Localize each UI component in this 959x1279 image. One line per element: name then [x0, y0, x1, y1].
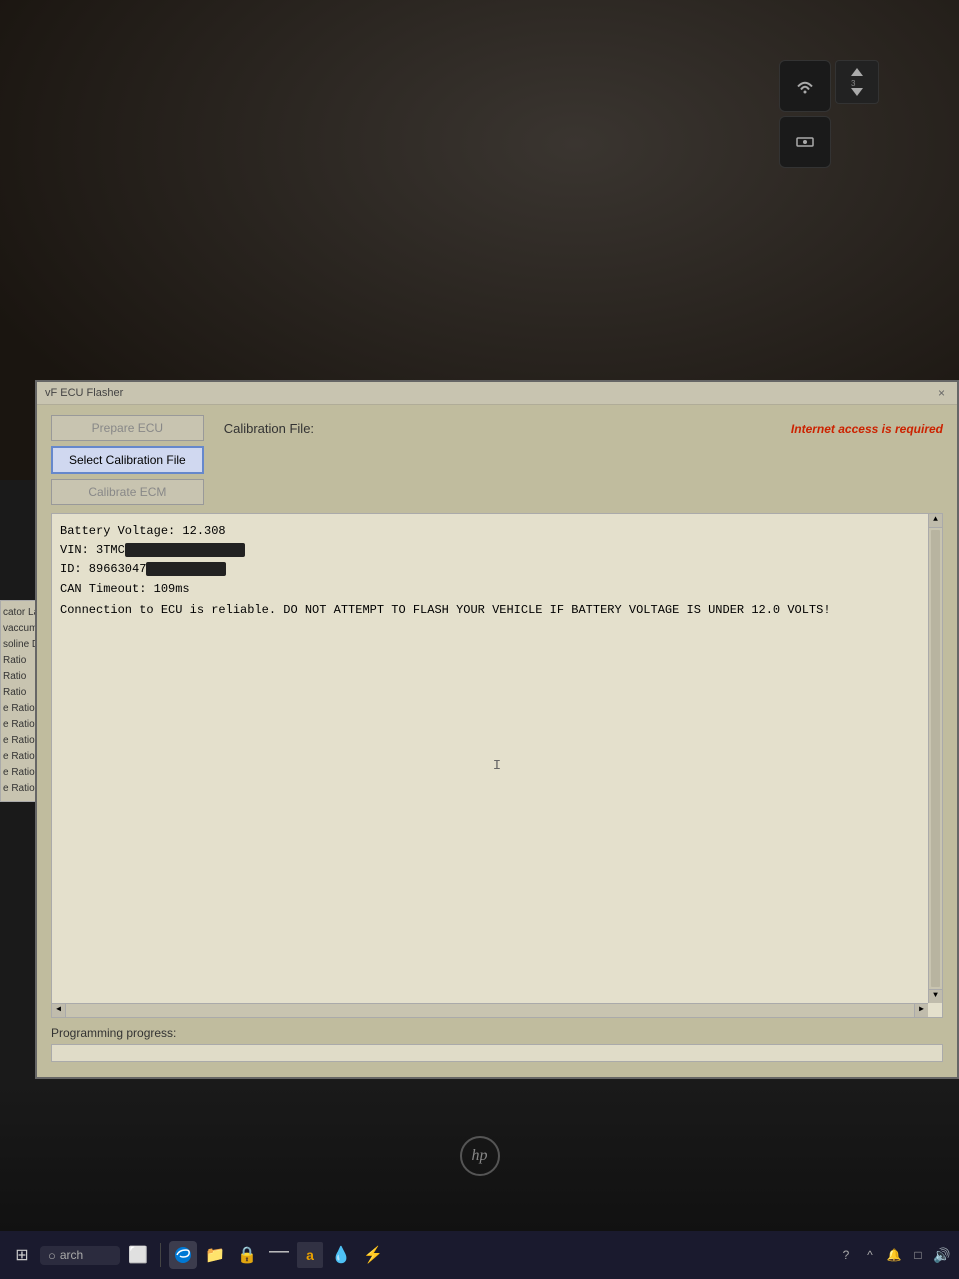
scrollbar-track-h	[66, 1004, 914, 1017]
app-title: vF ECU Flasher	[45, 387, 123, 399]
button-column: Prepare ECU Select Calibration File Cali…	[51, 415, 204, 505]
select-calibration-button[interactable]: Select Calibration File	[51, 446, 204, 474]
taskbar-lock-icon[interactable]: 🔒	[233, 1241, 261, 1269]
taskbar: ⊞ ○ arch ⬜ 📁 🔒 — a 💧 ⚡ ? ^ 🔔 □ 🔊	[0, 1231, 959, 1279]
taskbar-edge-icon[interactable]	[169, 1241, 197, 1269]
scrollbar-left-arrow[interactable]: ◀	[52, 1004, 66, 1017]
info-text-area: Battery Voltage: 12.308 VIN: 3TMC ID: 89…	[51, 513, 943, 1018]
search-bar[interactable]: ○ arch	[40, 1246, 120, 1265]
keyboard-area: hp	[0, 1081, 959, 1231]
laptop-screen: vF ECU Flasher × Prepare ECU Select Cali…	[35, 380, 959, 1079]
scrollbar-vertical[interactable]: ▲ ▼	[928, 514, 942, 1003]
taskbar-power-icon[interactable]: ⚡	[359, 1241, 387, 1269]
app-titlebar: vF ECU Flasher ×	[37, 382, 957, 405]
taskbar-caret-icon[interactable]: ^	[861, 1246, 879, 1264]
taskbar-folder-icon[interactable]: 📁	[201, 1241, 229, 1269]
svg-text:3: 3	[851, 79, 856, 88]
internet-warning: Internet access is required	[791, 422, 943, 436]
progress-area: Programming progress:	[51, 1026, 943, 1062]
taskbar-right: ? ^ 🔔 □ 🔊	[837, 1246, 951, 1264]
info-line-3: ID: 89663047	[60, 560, 934, 579]
car-controls-right: 3	[835, 60, 879, 168]
info-line-2: VIN: 3TMC	[60, 541, 934, 560]
taskbar-separator-1	[160, 1243, 161, 1267]
hp-logo: hp	[460, 1136, 500, 1176]
info-line-5: Connection to ECU is reliable. DO NOT AT…	[60, 601, 934, 620]
scrollbar-horizontal[interactable]: ◀ ▶	[52, 1003, 928, 1017]
redacted-id	[146, 562, 226, 576]
redacted-vin	[125, 543, 245, 557]
taskbar-monitor-icon[interactable]: □	[909, 1246, 927, 1264]
app-content: Prepare ECU Select Calibration File Cali…	[37, 405, 957, 1072]
scrollbar-up-arrow[interactable]: ▲	[929, 514, 942, 528]
scrollbar-down-arrow[interactable]: ▼	[929, 989, 942, 1003]
prepare-ecu-button[interactable]: Prepare ECU	[51, 415, 204, 441]
top-row: Prepare ECU Select Calibration File Cali…	[51, 415, 943, 505]
calibrate-ecm-button[interactable]: Calibrate ECM	[51, 479, 204, 505]
taskbar-dash-icon[interactable]: —	[265, 1241, 293, 1269]
text-cursor: I	[493, 754, 501, 776]
scrollbar-right-arrow[interactable]: ▶	[914, 1004, 928, 1017]
taskbar-dropbox-icon[interactable]: 💧	[327, 1241, 355, 1269]
search-icon: ○	[48, 1248, 56, 1263]
car-button-arrows: 3	[835, 60, 879, 104]
taskbar-bell-icon[interactable]: 🔔	[885, 1246, 903, 1264]
car-controls-cluster: 3	[779, 60, 879, 168]
taskbar-help-icon[interactable]: ?	[837, 1246, 855, 1264]
scrollbar-thumb	[931, 530, 940, 987]
calibration-area: Calibration File: Internet access is req…	[224, 415, 943, 436]
info-line-4: CAN Timeout: 109ms	[60, 580, 934, 599]
close-button[interactable]: ×	[934, 386, 949, 400]
progress-bar	[51, 1044, 943, 1062]
car-button-wifi	[779, 60, 831, 112]
start-button[interactable]: ⊞	[8, 1241, 36, 1269]
progress-label: Programming progress:	[51, 1026, 943, 1040]
search-text[interactable]: arch	[60, 1248, 83, 1262]
taskbar-a-icon[interactable]: a	[297, 1242, 323, 1268]
task-view-button[interactable]: ⬜	[124, 1241, 152, 1269]
calibration-label: Calibration File:	[224, 421, 314, 436]
taskbar-volume-up-icon[interactable]: 🔊	[933, 1246, 951, 1264]
car-button-media	[779, 116, 831, 168]
info-line-1: Battery Voltage: 12.308	[60, 522, 934, 541]
